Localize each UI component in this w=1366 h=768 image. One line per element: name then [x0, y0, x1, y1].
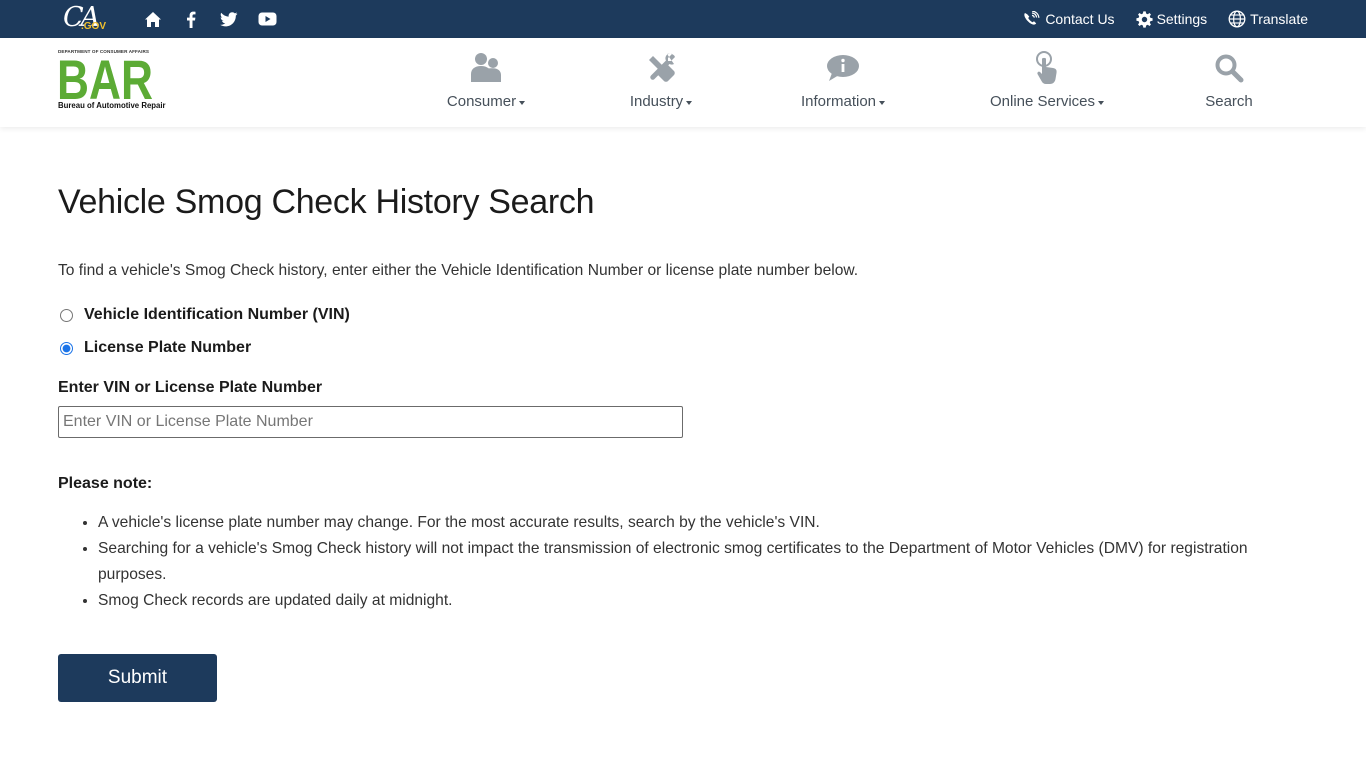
nav-label-consumer: Consumer	[446, 93, 517, 110]
bar-logo-bureau: Bureau of Automotive Repair	[58, 101, 166, 110]
gear-icon	[1135, 10, 1153, 28]
nav-label-search: Search	[1205, 93, 1253, 110]
nav-label-industry: Industry	[629, 93, 684, 110]
vin-radio[interactable]	[60, 308, 73, 322]
search-icon	[1214, 51, 1244, 85]
chevron-down-icon	[519, 100, 526, 105]
bar-logo-department: DEPARTMENT OF CONSUMER AFFAIRS	[58, 49, 150, 54]
page-title: Vehicle Smog Check History Search	[58, 183, 595, 221]
tools-icon	[645, 51, 677, 85]
translate-label: Translate	[1250, 11, 1308, 27]
utility-right-group: Contact Us Settings Translate	[1002, 0, 1308, 38]
nav-label-online-services: Online Services	[989, 93, 1096, 110]
radio-option-plate[interactable]: License Plate Number	[58, 339, 251, 357]
utility-left-group: CA .GOV	[62, 0, 292, 38]
note-item: Smog Check records are updated daily at …	[98, 588, 1258, 614]
settings-link[interactable]: Settings	[1135, 10, 1208, 28]
search-field-label: Enter VIN or License Plate Number	[58, 379, 323, 396]
phone-icon	[1024, 11, 1040, 25]
intro-text: To find a vehicle's Smog Check history, …	[58, 262, 859, 279]
translate-link[interactable]: Translate	[1228, 10, 1308, 28]
chevron-down-icon	[1098, 100, 1105, 105]
info-bubble-icon	[826, 51, 860, 85]
note-item: A vehicle's license plate number may cha…	[98, 510, 1258, 536]
radio-option-vin[interactable]: Vehicle Identification Number (VIN)	[58, 306, 350, 324]
nav-item-industry[interactable]: Industry	[629, 38, 693, 127]
chevron-down-icon	[879, 100, 886, 105]
vin-plate-input[interactable]	[58, 406, 683, 438]
bar-logo-letters: BAR	[57, 55, 153, 101]
plate-radio-label[interactable]: License Plate Number	[84, 339, 251, 357]
settings-label: Settings	[1156, 11, 1208, 27]
people-icon	[469, 51, 503, 85]
ca-gov-logo-gov: .GOV	[81, 21, 107, 32]
nav-item-information[interactable]: Information	[800, 38, 886, 127]
nav-item-consumer[interactable]: Consumer	[446, 38, 526, 127]
facebook-icon[interactable]	[178, 6, 204, 32]
bar-logo[interactable]: DEPARTMENT OF CONSUMER AFFAIRS BAR Burea…	[57, 49, 166, 113]
nav-item-search[interactable]: Search	[1200, 38, 1258, 127]
notes-list: A vehicle's license plate number may cha…	[98, 510, 1258, 614]
youtube-icon[interactable]	[254, 6, 280, 32]
note-item: Searching for a vehicle's Smog Check his…	[98, 536, 1258, 588]
plate-radio[interactable]	[60, 341, 73, 355]
note-heading: Please note:	[58, 475, 153, 492]
contact-us-link[interactable]: Contact Us	[1023, 11, 1115, 27]
pointer-hand-icon	[1033, 51, 1061, 85]
ca-gov-logo[interactable]: CA .GOV	[62, 0, 110, 38]
chevron-down-icon	[686, 100, 693, 105]
submit-button[interactable]: Submit	[58, 654, 217, 702]
twitter-icon[interactable]	[216, 6, 242, 32]
home-icon[interactable]	[140, 6, 166, 32]
nav-item-online-services[interactable]: Online Services	[990, 38, 1105, 127]
main-nav: DEPARTMENT OF CONSUMER AFFAIRS BAR Burea…	[0, 38, 1366, 127]
utility-bar: CA .GOV Contact Us Settings Translate	[0, 0, 1366, 38]
globe-icon	[1228, 10, 1246, 28]
bar-logo-letters-text: BAR	[57, 55, 153, 101]
nav-label-information: Information	[800, 93, 877, 110]
vin-radio-label[interactable]: Vehicle Identification Number (VIN)	[84, 306, 350, 324]
contact-us-label: Contact Us	[1045, 11, 1115, 27]
